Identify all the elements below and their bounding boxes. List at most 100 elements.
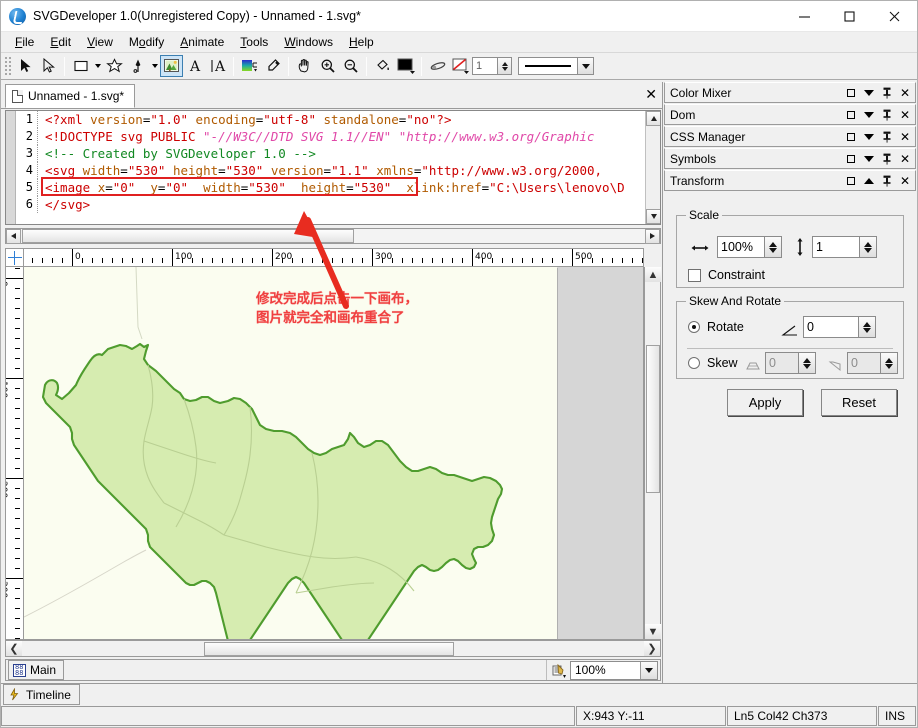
code-scroll-region[interactable]: 1 <?xml version = "1.0" encoding = "utf-8" st…: [17, 111, 645, 224]
code-hscroll-track[interactable]: [21, 229, 645, 243]
panel-restore-icon[interactable]: [845, 174, 857, 188]
chevron-down-icon[interactable]: [863, 108, 875, 122]
menu-view[interactable]: View: [79, 33, 121, 51]
canvas-vscroll-thumb[interactable]: [646, 345, 660, 493]
xml-code-editor[interactable]: 1 <?xml version = "1.0" encoding = "utf-8" st…: [5, 110, 661, 225]
stroke-style-dropdown-icon[interactable]: [578, 57, 594, 75]
skew-vertical-input[interactable]: 0: [847, 352, 881, 374]
scale-x-stepper[interactable]: [765, 236, 782, 258]
eyedropper-tool[interactable]: [261, 55, 284, 77]
pin-icon[interactable]: [881, 86, 893, 100]
stroke-style-combo[interactable]: [518, 57, 578, 75]
chevron-down-icon[interactable]: [640, 661, 657, 679]
close-icon[interactable]: ✕: [645, 87, 657, 101]
code-hscroll-thumb[interactable]: [22, 229, 354, 243]
toolbar-grip[interactable]: [4, 56, 11, 76]
image-tool[interactable]: [160, 55, 183, 77]
rectangle-tool-dropdown[interactable]: [92, 55, 103, 77]
chevron-down-icon[interactable]: [863, 130, 875, 144]
zoom-level-combo[interactable]: 100%: [570, 660, 658, 680]
timeline-tab[interactable]: Timeline: [3, 684, 80, 705]
canvas-hscroll-thumb[interactable]: [204, 642, 454, 656]
panel-header-symbols[interactable]: Symbols ✕: [664, 148, 916, 169]
panel-header-transform[interactable]: Transform ✕: [664, 170, 916, 191]
skew-horizontal-stepper[interactable]: [799, 352, 816, 374]
star-tool[interactable]: [103, 55, 126, 77]
chevron-down-icon[interactable]: [863, 152, 875, 166]
close-icon[interactable]: [872, 1, 917, 32]
fill-color-swatch[interactable]: [394, 55, 417, 77]
scroll-down-icon[interactable]: [646, 209, 660, 224]
code-horizontal-scrollbar[interactable]: [5, 228, 661, 244]
minimize-icon[interactable]: [782, 1, 827, 32]
rotate-radio[interactable]: [688, 321, 700, 333]
skew-horizontal-input[interactable]: 0: [765, 352, 799, 374]
scene-tab-main[interactable]: Main: [8, 660, 65, 680]
panel-header-dom[interactable]: Dom ✕: [664, 104, 916, 125]
panel-restore-icon[interactable]: [845, 152, 857, 166]
menu-windows[interactable]: Windows: [276, 33, 341, 51]
scale-y-input[interactable]: 1: [812, 236, 860, 258]
rotate-angle-input[interactable]: 0: [803, 316, 859, 338]
select-arrow-tool[interactable]: [14, 55, 37, 77]
canvas-horizontal-scrollbar[interactable]: ❮ ❯: [5, 640, 661, 657]
pin-icon[interactable]: [881, 152, 893, 166]
zoom-in-tool[interactable]: [316, 55, 339, 77]
hand-tool[interactable]: [293, 55, 316, 77]
scroll-left-icon[interactable]: [6, 228, 21, 244]
constraint-checkbox[interactable]: [688, 268, 701, 282]
pen-tool-dropdown[interactable]: [149, 55, 160, 77]
vertical-text-tool[interactable]: A: [206, 55, 229, 77]
close-icon[interactable]: ✕: [899, 130, 911, 144]
code-vertical-scrollbar[interactable]: [645, 111, 660, 224]
close-icon[interactable]: ✕: [899, 174, 911, 188]
reset-button[interactable]: Reset: [821, 389, 897, 416]
panel-restore-icon[interactable]: [845, 86, 857, 100]
no-stroke-swatch[interactable]: [449, 55, 472, 77]
skew-vertical-stepper[interactable]: [881, 352, 898, 374]
menu-file[interactable]: FFileile: [7, 33, 42, 51]
panel-restore-icon[interactable]: [845, 108, 857, 122]
subselect-arrow-tool[interactable]: [37, 55, 60, 77]
text-tool[interactable]: A: [183, 55, 206, 77]
panel-header-color-mixer[interactable]: Color Mixer ✕: [664, 82, 916, 103]
menu-help[interactable]: Help: [341, 33, 382, 51]
maximize-icon[interactable]: [827, 1, 872, 32]
apply-button[interactable]: Apply: [727, 389, 803, 416]
canvas-vertical-scrollbar[interactable]: ▲ ▼: [644, 267, 661, 640]
paint-bucket-tool[interactable]: [371, 55, 394, 77]
pin-icon[interactable]: [881, 108, 893, 122]
scroll-left-icon[interactable]: ❮: [6, 641, 22, 656]
scroll-right-icon[interactable]: ❯: [644, 641, 660, 656]
stroke-color-tool[interactable]: [426, 55, 449, 77]
close-icon[interactable]: ✕: [899, 152, 911, 166]
chevron-up-icon[interactable]: [863, 174, 875, 188]
menu-tools[interactable]: Tools: [232, 33, 276, 51]
menu-animate[interactable]: Animate: [172, 33, 232, 51]
canvas-viewport[interactable]: 修改完成后点击一下画布， 图片就完全和画布重合了: [24, 267, 644, 640]
pen-tool[interactable]: [126, 55, 149, 77]
scroll-up-icon[interactable]: ▲: [645, 267, 661, 282]
close-icon[interactable]: ✕: [899, 108, 911, 122]
menu-modify[interactable]: Modify: [121, 33, 172, 51]
panel-restore-icon[interactable]: [845, 130, 857, 144]
scroll-down-icon[interactable]: ▼: [645, 624, 661, 639]
edit-symbol-icon[interactable]: [546, 660, 570, 680]
zoom-out-tool[interactable]: [339, 55, 362, 77]
scroll-right-icon[interactable]: [645, 228, 660, 244]
close-icon[interactable]: ✕: [899, 86, 911, 100]
scale-x-input[interactable]: 100%: [717, 236, 765, 258]
scale-y-stepper[interactable]: [860, 236, 877, 258]
rotate-angle-stepper[interactable]: [859, 316, 876, 338]
pin-icon[interactable]: [881, 130, 893, 144]
scroll-up-icon[interactable]: [646, 111, 660, 126]
canvas-sheet[interactable]: 修改完成后点击一下画布， 图片就完全和画布重合了: [24, 267, 557, 639]
stroke-width-input[interactable]: 1: [472, 57, 498, 75]
pin-icon[interactable]: [881, 174, 893, 188]
stroke-width-stepper[interactable]: [498, 57, 512, 75]
menu-edit[interactable]: Edit: [42, 33, 79, 51]
rectangle-tool[interactable]: [69, 55, 92, 77]
chevron-down-icon[interactable]: [863, 86, 875, 100]
skew-radio[interactable]: [688, 357, 700, 369]
ruler-origin-corner[interactable]: [5, 248, 24, 267]
